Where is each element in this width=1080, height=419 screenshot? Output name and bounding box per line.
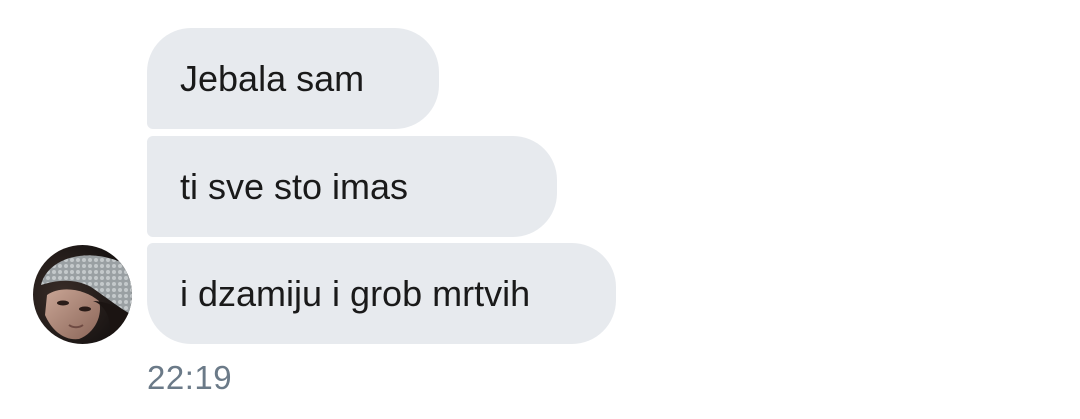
avatar-image — [33, 245, 132, 344]
message-bubble[interactable]: ti sve sto imas — [147, 136, 557, 237]
message-bubble[interactable]: Jebala sam — [147, 28, 439, 129]
message-text: i dzamiju i grob mrtvih — [180, 272, 531, 314]
message-text: ti sve sto imas — [180, 165, 409, 207]
message-bubble[interactable]: i dzamiju i grob mrtvih — [147, 243, 616, 344]
message-text: Jebala sam — [180, 57, 365, 99]
avatar[interactable] — [33, 245, 132, 344]
message-timestamp: 22:19 — [147, 359, 233, 396]
dm-conversation: Jebala sam ti sve sto imas i dzamiju i g… — [0, 0, 1080, 419]
